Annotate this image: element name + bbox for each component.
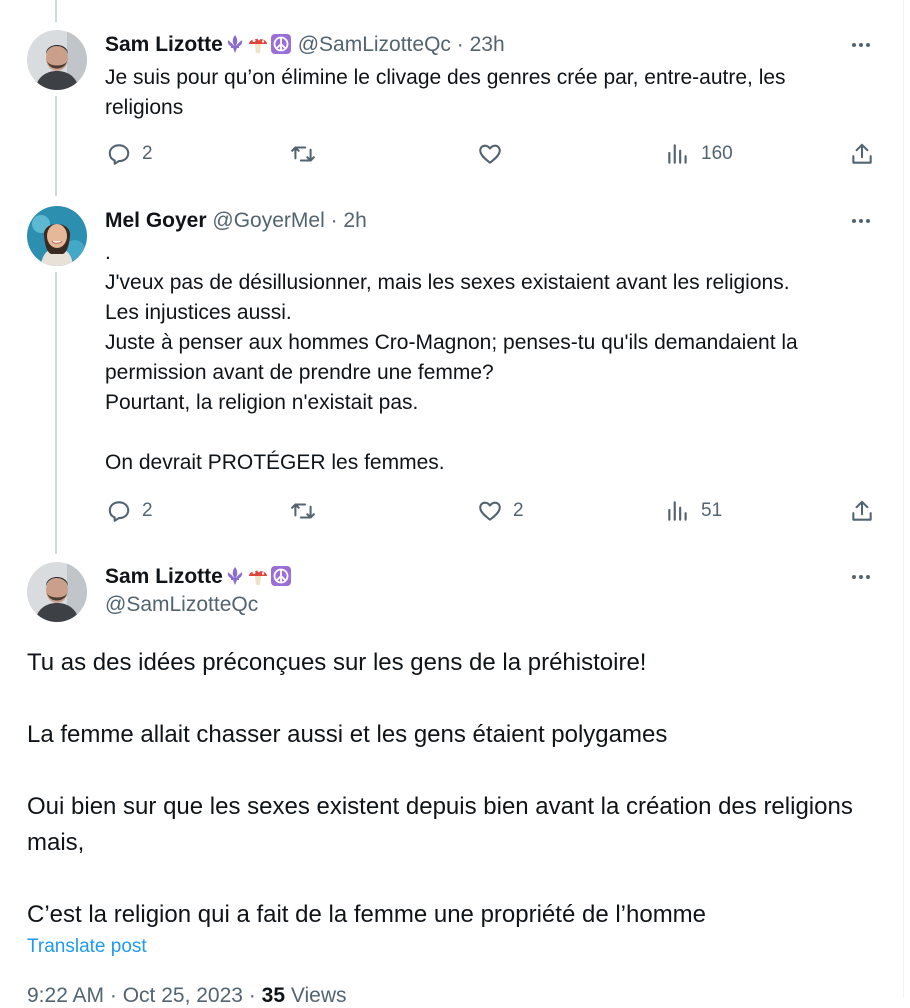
avatar[interactable] bbox=[27, 206, 87, 266]
reply-icon bbox=[108, 144, 130, 165]
author-handle[interactable]: @SamLizotteQc bbox=[105, 593, 258, 617]
post-text: Je suis pour qu’on élimine le clivage de… bbox=[105, 66, 792, 119]
more-options-icon[interactable] bbox=[852, 219, 870, 223]
post-text: Tu as des idées préconçues sur les gens … bbox=[27, 649, 853, 928]
author-name[interactable]: Sam Lizotte bbox=[105, 33, 223, 56]
author-name[interactable]: Mel Goyer bbox=[105, 209, 207, 232]
post-time[interactable]: 23h bbox=[470, 33, 505, 56]
like-button[interactable] bbox=[477, 141, 513, 167]
fleur-de-lis-icon bbox=[224, 33, 246, 55]
thread-line bbox=[55, 0, 57, 22]
action-bar: 2 2 51 bbox=[0, 498, 910, 528]
post-header: Mel Goyer @GoyerMel · 2h bbox=[105, 208, 367, 234]
post-time[interactable]: 2h bbox=[343, 209, 366, 232]
views-count: 35 bbox=[261, 984, 285, 1007]
more-options-icon[interactable] bbox=[852, 575, 870, 579]
author-handle[interactable]: @GoyerMel bbox=[212, 209, 324, 232]
author-handle[interactable]: @SamLizotteQc bbox=[298, 33, 451, 56]
post-metadata: 9:22 AM · Oct 25, 2023 · 35 Views bbox=[27, 984, 346, 1008]
peace-symbol-icon bbox=[270, 565, 292, 587]
avatar[interactable] bbox=[27, 30, 87, 90]
separator: · bbox=[456, 33, 464, 56]
reply-count: 2 bbox=[142, 500, 153, 521]
analytics-icon bbox=[668, 144, 687, 164]
post-header: Sam Lizotte @SamLizotteQc · 23h bbox=[105, 32, 505, 58]
views-label: Views bbox=[290, 984, 347, 1007]
views-count: 51 bbox=[701, 500, 723, 521]
share-button[interactable] bbox=[849, 498, 875, 524]
heart-icon bbox=[479, 501, 501, 521]
share-button[interactable] bbox=[849, 141, 875, 167]
post-header: Sam Lizotte bbox=[105, 564, 292, 590]
retweet-icon bbox=[291, 146, 315, 162]
share-icon bbox=[852, 500, 872, 521]
fleur-de-lis-icon bbox=[224, 565, 246, 587]
share-icon bbox=[852, 143, 872, 164]
post-timestamp[interactable]: 9:22 AM · Oct 25, 2023 · bbox=[27, 984, 256, 1007]
reply-button[interactable]: 2 bbox=[106, 498, 153, 524]
separator: · bbox=[330, 209, 338, 232]
reply-icon bbox=[108, 501, 130, 522]
views-button[interactable]: 160 bbox=[665, 141, 733, 167]
retweet-button[interactable] bbox=[290, 498, 326, 524]
translate-post-link[interactable]: Translate post bbox=[27, 936, 147, 958]
author-name[interactable]: Sam Lizotte bbox=[105, 565, 223, 588]
like-button[interactable]: 2 bbox=[477, 498, 524, 524]
analytics-icon bbox=[668, 501, 687, 521]
like-count: 2 bbox=[513, 500, 524, 521]
post-text: . J'veux pas de désillusionner, mais les… bbox=[105, 241, 798, 474]
reply-button[interactable]: 2 bbox=[106, 141, 153, 167]
avatar[interactable] bbox=[27, 562, 87, 622]
heart-icon bbox=[479, 144, 501, 164]
retweet-icon bbox=[291, 503, 315, 519]
action-bar: 2 160 bbox=[0, 141, 910, 171]
more-options-icon[interactable] bbox=[852, 43, 870, 47]
mushroom-icon bbox=[247, 565, 269, 587]
mushroom-icon bbox=[247, 33, 269, 55]
peace-symbol-icon bbox=[270, 33, 292, 55]
reply-count: 2 bbox=[142, 143, 153, 164]
views-count: 160 bbox=[701, 143, 733, 164]
views-button[interactable]: 51 bbox=[665, 498, 722, 524]
retweet-button[interactable] bbox=[290, 141, 326, 167]
